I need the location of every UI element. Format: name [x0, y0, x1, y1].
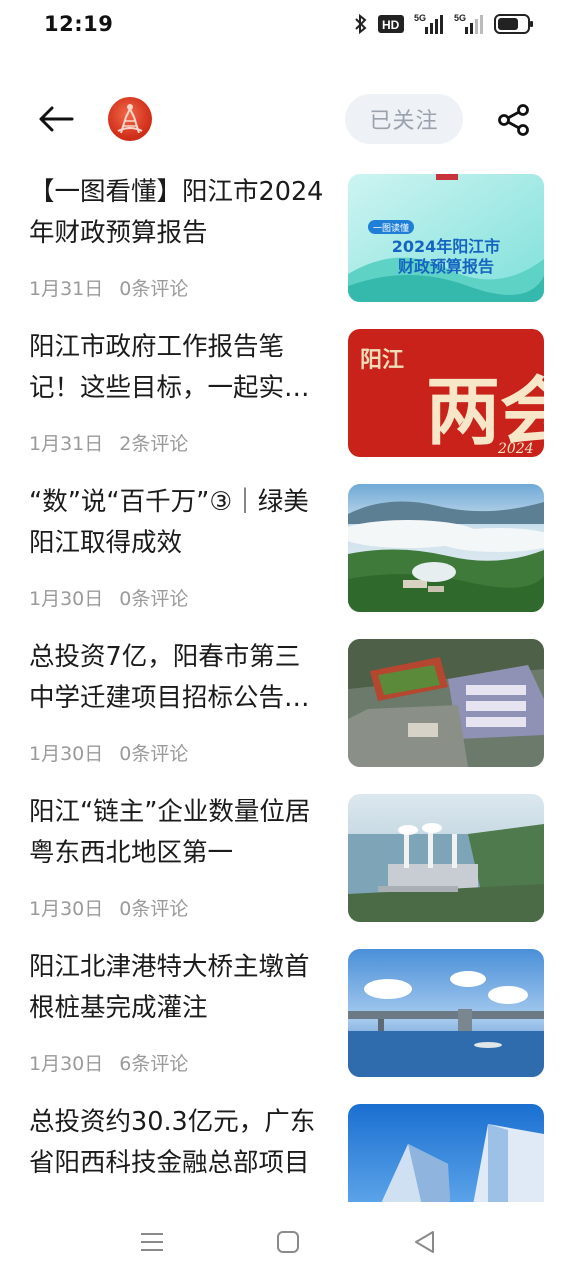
article-thumbnail[interactable] [348, 794, 544, 922]
header: 已关注 [0, 85, 572, 155]
article-thumbnail[interactable] [348, 1104, 544, 1202]
article-date: 1月30日 [29, 1053, 104, 1075]
article-comments: 6条评论 [119, 1053, 189, 1075]
system-nav-bar [0, 1202, 572, 1280]
status-bar: 12:19 HD 5G 5G [0, 0, 572, 52]
article-meta: 1月30日 0条评论 [29, 894, 188, 921]
article-title[interactable]: 阳江“链主”企业数量位居粤东西北地区第一 [29, 792, 325, 874]
svg-text:阳江: 阳江 [360, 347, 404, 373]
menu-button[interactable] [136, 1226, 168, 1258]
hd-icon: HD [378, 15, 404, 33]
article-title[interactable]: “数”说“百千万”③｜绿美阳江取得成效 [29, 482, 325, 564]
article-meta: 1月31日 0条评论 [29, 274, 188, 301]
article-title[interactable]: 【一图看懂】阳江市2024年财政预算报告 [29, 172, 325, 254]
status-icons: HD 5G 5G [354, 13, 534, 35]
article-title[interactable]: 总投资7亿，阳春市第三中学迁建项目招标公告发布 [29, 637, 325, 719]
article-meta: 1月30日 0条评论 [29, 584, 188, 611]
article-comments: 0条评论 [119, 588, 189, 610]
article-title[interactable]: 阳江北津港特大桥主墩首根桩基完成灌注 [29, 947, 325, 1029]
article-item[interactable]: 阳江市政府工作报告笔记！这些目标，一起实现！ 1月31日 2条评论 阳江 两会 … [0, 323, 572, 478]
back-nav-button[interactable] [408, 1226, 440, 1258]
article-feed[interactable]: 【一图看懂】阳江市2024年财政预算报告 1月31日 0条评论 一图读懂 202… [0, 168, 572, 1202]
back-triangle-icon [415, 1231, 434, 1253]
article-thumbnail[interactable]: 阳江 两会 2024 [348, 329, 544, 457]
article-item[interactable]: “数”说“百千万”③｜绿美阳江取得成效 1月30日 0条评论 [0, 478, 572, 633]
status-time: 12:19 [44, 12, 114, 36]
article-item[interactable]: 总投资约30.3亿元，广东省阳西科技金融总部项目 [0, 1098, 572, 1202]
article-thumbnail[interactable]: 一图读懂 2024年阳江市 财政预算报告 [348, 174, 544, 302]
svg-text:5G: 5G [454, 13, 466, 23]
battery-icon [494, 13, 534, 35]
share-icon [498, 104, 529, 136]
home-icon [277, 1231, 299, 1253]
svg-text:2024: 2024 [497, 441, 534, 457]
signal-5g-icon: 5G [454, 13, 484, 35]
svg-text:2024年阳江市: 2024年阳江市 [392, 237, 501, 256]
article-date: 1月30日 [29, 743, 104, 765]
article-date: 1月30日 [29, 898, 104, 920]
article-item[interactable]: 阳江“链主”企业数量位居粤东西北地区第一 1月30日 0条评论 [0, 788, 572, 943]
share-button[interactable] [494, 100, 534, 140]
svg-text:一图读懂: 一图读懂 [373, 222, 409, 234]
article-comments: 0条评论 [119, 743, 189, 765]
article-item[interactable]: 【一图看懂】阳江市2024年财政预算报告 1月31日 0条评论 一图读懂 202… [0, 168, 572, 323]
article-date: 1月30日 [29, 588, 104, 610]
article-thumbnail[interactable] [348, 949, 544, 1077]
follow-button[interactable]: 已关注 [345, 94, 463, 144]
article-date: 1月31日 [29, 433, 104, 455]
svg-text:财政预算报告: 财政预算报告 [397, 257, 494, 276]
article-thumbnail[interactable] [348, 484, 544, 612]
svg-text:5G: 5G [414, 13, 426, 23]
signal-5g-icon: 5G [414, 13, 444, 35]
article-comments: 0条评论 [119, 898, 189, 920]
article-title[interactable]: 总投资约30.3亿元，广东省阳西科技金融总部项目 [29, 1102, 325, 1184]
svg-text:HD: HD [382, 18, 400, 32]
article-meta: 1月31日 2条评论 [29, 429, 188, 456]
menu-icon [141, 1233, 163, 1251]
article-meta: 1月30日 6条评论 [29, 1049, 188, 1076]
article-item[interactable]: 阳江北津港特大桥主墩首根桩基完成灌注 1月30日 6条评论 [0, 943, 572, 1098]
article-date: 1月31日 [29, 278, 104, 300]
article-title[interactable]: 阳江市政府工作报告笔记！这些目标，一起实现！ [29, 327, 325, 409]
article-meta: 1月30日 0条评论 [29, 739, 188, 766]
bluetooth-icon [354, 13, 368, 35]
home-button[interactable] [272, 1226, 304, 1258]
back-button[interactable] [34, 99, 78, 139]
avatar-logo-icon [117, 104, 143, 134]
arrow-left-icon [39, 106, 74, 132]
article-comments: 2条评论 [119, 433, 189, 455]
article-item[interactable]: 总投资7亿，阳春市第三中学迁建项目招标公告发布 1月30日 0条评论 [0, 633, 572, 788]
avatar[interactable] [108, 97, 152, 141]
article-thumbnail[interactable] [348, 639, 544, 767]
article-comments: 0条评论 [119, 278, 189, 300]
